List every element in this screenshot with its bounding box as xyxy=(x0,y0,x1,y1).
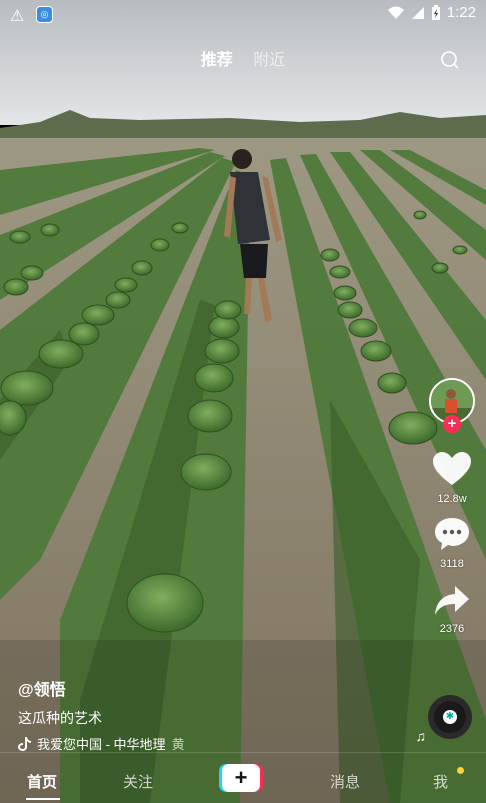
status-bar: ⚠ ◎ 1:22 xyxy=(0,0,486,30)
comment-count: 3118 xyxy=(440,558,464,570)
nav-me[interactable]: 我 xyxy=(433,771,448,792)
create-button[interactable]: + xyxy=(219,764,263,792)
wifi-icon xyxy=(387,6,404,19)
tab-nearby[interactable]: 附近 xyxy=(253,46,285,70)
tab-recommend[interactable]: 推荐 xyxy=(201,46,233,70)
share-count: 2376 xyxy=(439,623,465,635)
video-description: 这瓜种的艺术 xyxy=(18,710,102,726)
plus-icon: + xyxy=(222,764,260,792)
music-note-icon: ♫ xyxy=(415,728,427,744)
app-frame: ⚠ ◎ 1:22 推荐 附近 + 12.8w 3118 2376 @领悟 这瓜种… xyxy=(0,0,486,803)
clock: 1:22 xyxy=(446,4,476,21)
video-caption: @领悟 这瓜种的艺术 我爱您中国 - 中华地理 黄 xyxy=(18,676,398,753)
active-tab-indicator xyxy=(26,798,60,800)
comment-icon[interactable] xyxy=(434,517,470,551)
system-indicators: 1:22 xyxy=(387,4,476,21)
battery-charging-icon xyxy=(431,4,440,20)
share-icon[interactable] xyxy=(435,586,469,616)
author-name[interactable]: @领悟 xyxy=(18,676,398,700)
music-info[interactable]: 我爱您中国 - 中华地理 黄 xyxy=(18,734,398,753)
like-action[interactable]: 12.8w xyxy=(428,452,476,505)
music-disc[interactable]: ✱ xyxy=(428,695,472,739)
action-column: + 12.8w 3118 2376 xyxy=(428,378,476,635)
search-icon[interactable] xyxy=(440,50,460,70)
app-notification-icon: ◎ xyxy=(36,6,53,23)
top-tab-bar: 推荐 附近 xyxy=(0,46,486,76)
like-count: 12.8w xyxy=(437,493,467,505)
nav-messages[interactable]: 消息 xyxy=(330,771,360,792)
plus-icon: + xyxy=(447,415,457,432)
warning-icon: ⚠ xyxy=(10,8,25,25)
music-title: 我爱您中国 - 中华地理 xyxy=(37,737,166,752)
notification-dot xyxy=(457,767,464,774)
nav-follow[interactable]: 关注 xyxy=(123,771,153,792)
nav-home[interactable]: 首页 xyxy=(27,771,57,792)
signal-icon xyxy=(411,6,424,19)
tiktok-note-icon xyxy=(18,736,31,751)
disc-center-icon: ✱ xyxy=(443,710,457,724)
music-title-tail: 黄 xyxy=(171,737,185,752)
heart-icon[interactable] xyxy=(433,452,471,486)
follow-button[interactable]: + xyxy=(443,415,461,433)
comment-action[interactable]: 3118 xyxy=(428,517,476,570)
share-action[interactable]: 2376 xyxy=(428,586,476,635)
